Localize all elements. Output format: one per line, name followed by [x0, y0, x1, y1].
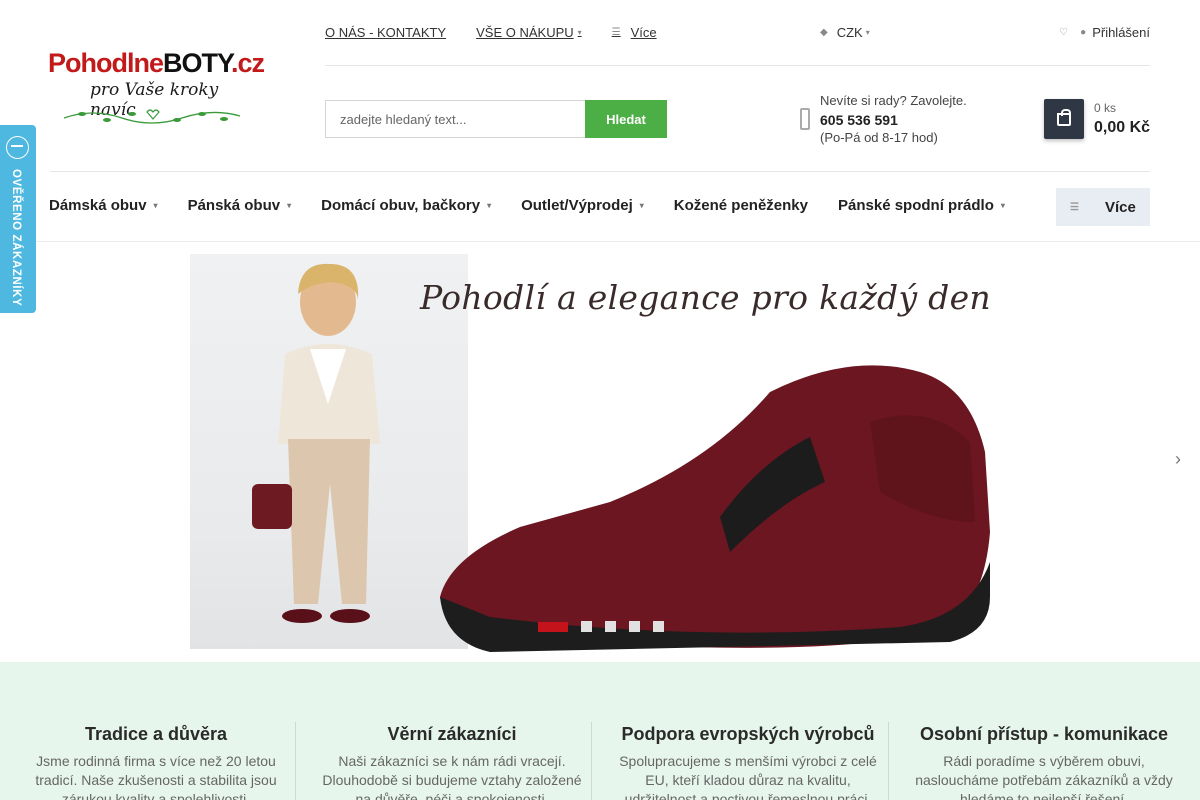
contact-info: Nevíte si rady? Zavolejte. 605 536 591 (… [820, 92, 967, 148]
feature-loyal-customers: Věrní zákazníci Naši zákazníci se k nám … [304, 724, 600, 800]
search-input[interactable] [325, 100, 585, 138]
login-link[interactable]: ♡ ● Přihlášení [1059, 25, 1150, 40]
slide-dot-3[interactable] [605, 621, 616, 632]
chevron-down-icon: ▾ [1000, 201, 1005, 210]
badge-label: OVĚŘENO ZÁKAZNÍKY [10, 169, 22, 307]
cart-summary[interactable]: 0 ks 0,00 Kč [1094, 101, 1150, 137]
heart-icon: ♡ [1059, 27, 1069, 38]
chevron-down-icon: ▾ [639, 201, 644, 210]
chevron-down-icon: ▾ [487, 201, 492, 210]
feature-divider [591, 722, 592, 800]
slide-dot-2[interactable] [581, 621, 592, 632]
chevron-down-icon: ▾ [865, 28, 870, 37]
verified-customers-badge[interactable]: OVĚŘENO ZÁKAZNÍKY [0, 125, 36, 313]
nav-more-button[interactable]: ☰ Více [1056, 188, 1150, 226]
phone-icon [800, 108, 810, 130]
feature-text: Spolupracujeme s menšími výrobci z celé … [619, 753, 877, 800]
feature-divider [295, 722, 296, 800]
shopping-info-link[interactable]: VŠE O NÁKUPU ▾ [476, 25, 582, 40]
site-logo[interactable]: PohodlneBOTY.cz pro Vaše kroky navíc [48, 48, 265, 130]
feature-title: Věrní zákazníci [387, 724, 517, 744]
nav-item-womens-shoes[interactable]: Dámská obuv ▾ [49, 197, 158, 214]
currency-selector[interactable]: ◆ CZK ▾ [820, 25, 870, 40]
hero-banner[interactable]: Pohodlí a elegance pro každý den [190, 242, 1010, 662]
nav-item-home-slippers[interactable]: Domácí obuv, bačkory ▾ [321, 197, 491, 214]
cart-count: 0 ks [1094, 101, 1117, 115]
slider-dots [538, 621, 677, 632]
main-navigation: Dámská obuv ▾ Pánská obuv ▾ Domácí obuv, b… [49, 197, 1035, 214]
cart-total: 0,00 Kč [1094, 119, 1151, 136]
feature-title: Tradice a důvěra [84, 724, 228, 744]
nav-item-mens-shoes[interactable]: Pánská obuv ▾ [188, 197, 292, 214]
feature-text: Rádi poradíme s výběrem obuvi, naslouchá… [915, 753, 1173, 800]
chevron-down-icon: ▾ [287, 201, 292, 210]
cart-button[interactable] [1044, 99, 1084, 139]
menu-icon: ☰ [611, 27, 621, 38]
menu-icon: ☰ [1070, 201, 1079, 213]
features-section: Tradice a důvěra Jsme rodinná firma s ví… [0, 662, 1200, 800]
shopping-bag-icon [1057, 108, 1071, 126]
banner-headline: Pohodlí a elegance pro každý den [420, 278, 991, 317]
burgundy-shoe-image [440, 365, 990, 652]
chevron-down-icon: ▾ [153, 201, 158, 210]
nav-item-mens-underwear[interactable]: Pánské spodní prádlo ▾ [838, 197, 1005, 214]
search-form: Hledat [325, 100, 667, 138]
feature-divider [888, 722, 889, 800]
user-icon: ● [1080, 27, 1087, 38]
slider-next-arrow-icon[interactable]: › [1175, 449, 1181, 470]
contact-phone[interactable]: 605 536 591 [820, 111, 967, 130]
slide-dot-4[interactable] [629, 621, 640, 632]
top-more-link[interactable]: ☰ Více [612, 25, 657, 40]
feature-european-makers: Podpora evropských výrobců Spolupracujem… [600, 724, 896, 800]
feature-text: Naši zákazníci se k nám rádi vracejí. Dl… [322, 753, 582, 800]
about-contacts-link[interactable]: O NÁS - KONTAKTY [325, 25, 446, 40]
contact-question: Nevíte si rady? Zavolejte. [820, 93, 967, 108]
verified-seal-icon [6, 136, 29, 159]
feature-text: Jsme rodinná firma s více než 20 letou t… [35, 753, 277, 800]
chevron-down-icon: ▾ [577, 28, 582, 37]
contact-hours: (Po-Pá od 8-17 hod) [820, 130, 938, 145]
header-divider [325, 65, 1150, 66]
logo-title: PohodlneBOTY.cz [48, 48, 265, 78]
top-navigation: O NÁS - KONTAKTY VŠE O NÁKUPU ▾ ☰ Více [325, 25, 687, 40]
feature-tradition: Tradice a důvěra Jsme rodinná firma s ví… [8, 724, 304, 800]
nav-divider [50, 171, 1150, 172]
search-button[interactable]: Hledat [585, 100, 667, 138]
nav-item-leather-wallets[interactable]: Kožené peněženky [674, 197, 808, 214]
slide-dot-1[interactable] [538, 621, 568, 632]
feature-personal-approach: Osobní přístup - komunikace Rádi poradím… [896, 724, 1192, 800]
coin-icon: ◆ [820, 27, 828, 38]
nav-item-outlet[interactable]: Outlet/Výprodej ▾ [521, 197, 644, 214]
feature-title: Podpora evropských výrobců [621, 724, 875, 744]
vine-ornament-icon [63, 109, 241, 124]
feature-title: Osobní přístup - komunikace [919, 724, 1169, 744]
slide-dot-5[interactable] [653, 621, 664, 632]
